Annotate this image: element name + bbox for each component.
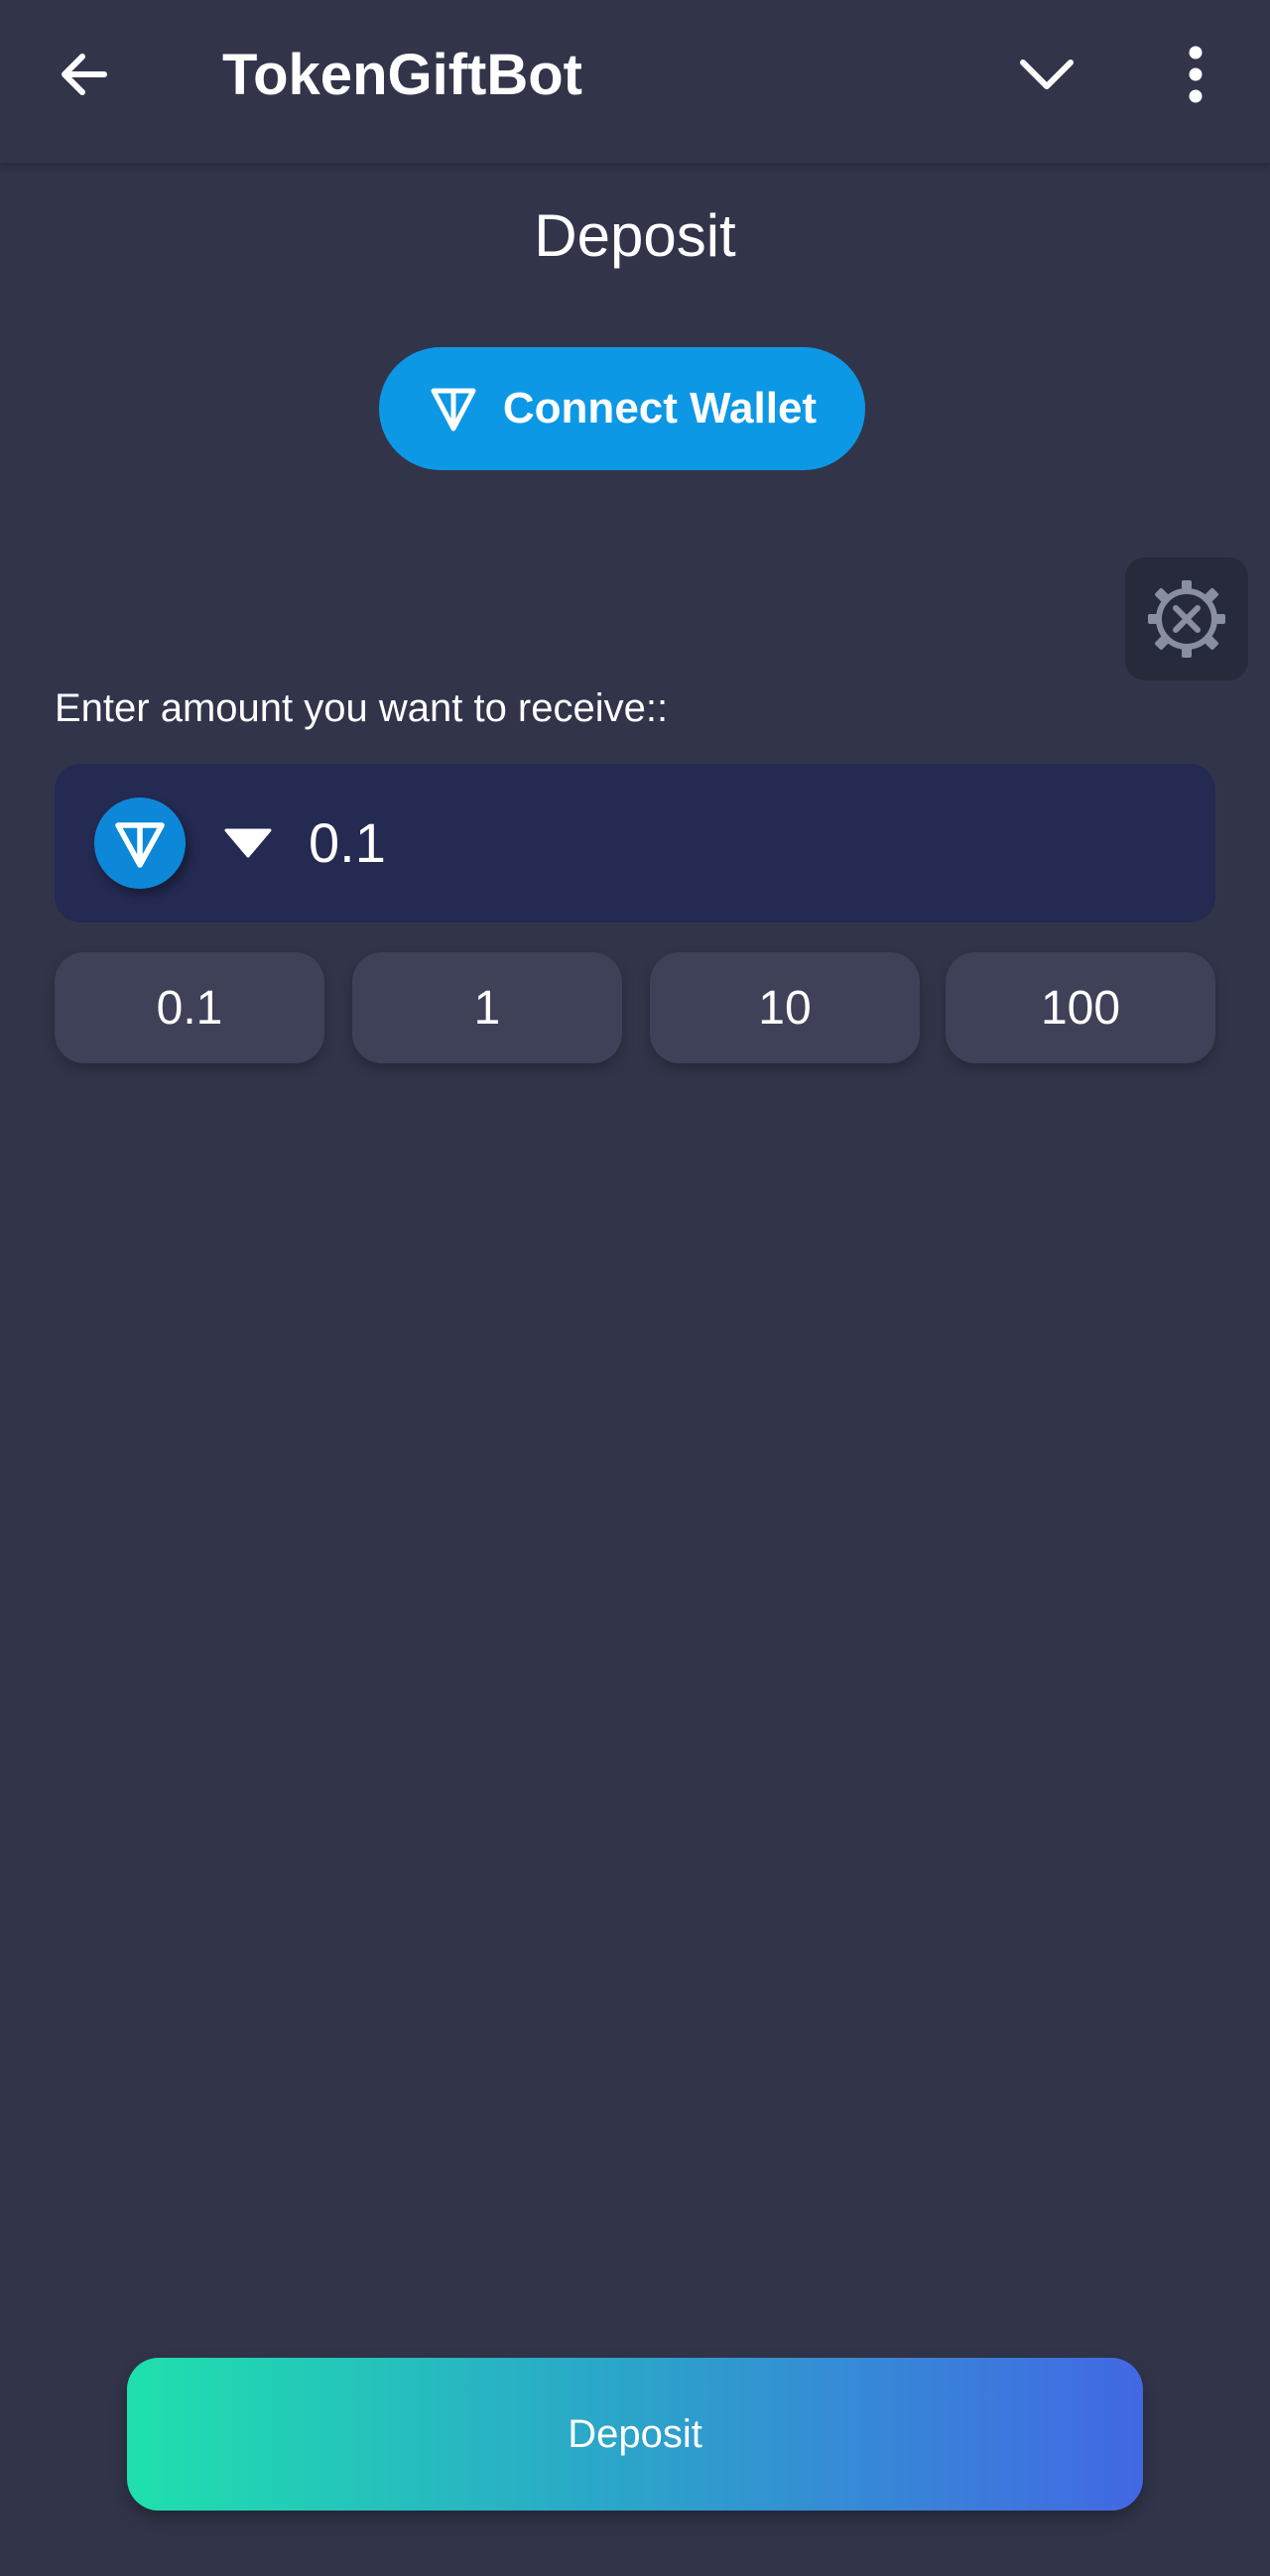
back-button[interactable] xyxy=(50,40,119,109)
app-title: TokenGiftBot xyxy=(222,43,582,107)
more-vertical-icon xyxy=(1189,46,1203,103)
amount-label: Enter amount you want to receive:: xyxy=(55,686,669,730)
deposit-button-label: Deposit xyxy=(568,2411,702,2456)
more-menu-button[interactable] xyxy=(1161,40,1230,109)
ton-logo-icon xyxy=(431,388,476,431)
preset-button-1[interactable]: 1 xyxy=(352,952,622,1063)
token-selector[interactable] xyxy=(94,797,186,889)
top-bar: TokenGiftBot xyxy=(0,0,1270,165)
preset-amounts: 0.1 1 10 100 xyxy=(55,952,1215,1063)
deposit-button[interactable]: Deposit xyxy=(127,2358,1143,2511)
preset-button-10[interactable]: 10 xyxy=(650,952,920,1063)
token-dropdown[interactable] xyxy=(223,823,273,863)
amount-value[interactable]: 0.1 xyxy=(309,803,386,883)
collapse-button[interactable] xyxy=(1012,40,1081,109)
arrow-left-icon xyxy=(62,54,107,95)
preset-button-0-1[interactable]: 0.1 xyxy=(55,952,324,1063)
page-title: Deposit xyxy=(534,202,736,269)
settings-button[interactable] xyxy=(1125,557,1248,680)
preset-button-100[interactable]: 100 xyxy=(946,952,1215,1063)
caret-down-icon xyxy=(224,828,272,858)
connect-wallet-label: Connect Wallet xyxy=(502,384,818,432)
amount-input-field[interactable]: 0.1 xyxy=(55,764,1215,922)
gear-tools-icon xyxy=(1148,580,1225,658)
ton-logo-icon xyxy=(115,822,165,868)
chevron-down-icon xyxy=(1020,60,1074,89)
connect-wallet-button[interactable]: Connect Wallet xyxy=(379,347,865,470)
